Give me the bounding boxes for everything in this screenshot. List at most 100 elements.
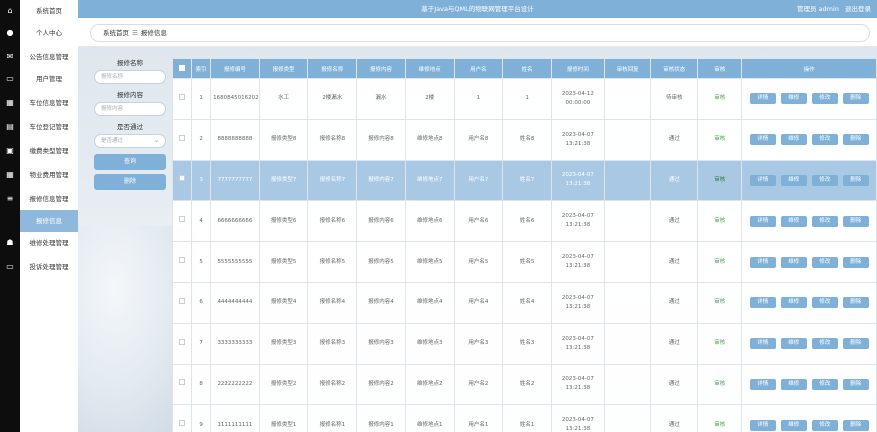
grid-icon[interactable]: ▦ [5, 170, 15, 180]
repair-button[interactable]: 维修 [780, 256, 807, 268]
sidebar-item-profile[interactable]: 个人中心 [20, 22, 78, 44]
repair-button[interactable]: 维修 [780, 174, 807, 186]
repair-button[interactable]: 维修 [780, 215, 807, 227]
sidebar-item-parking-register[interactable]: 车位登记管理 [20, 116, 78, 138]
sidebar-item-notice[interactable]: 公告信息管理 [20, 46, 78, 68]
audit-link[interactable]: 审核 [714, 422, 725, 428]
edit-button[interactable]: 修改 [811, 378, 838, 390]
delete-row-button[interactable]: 删除 [842, 419, 869, 431]
edit-button[interactable]: 修改 [811, 256, 838, 268]
sidebar-item-complaints[interactable]: 投诉处理管理 [20, 256, 78, 278]
audit-link[interactable]: 审核 [714, 259, 725, 265]
row-checkbox[interactable] [179, 420, 186, 427]
breadcrumb-home[interactable]: 系统首页 [103, 29, 129, 37]
row-checkbox[interactable] [179, 257, 186, 264]
edit-button[interactable]: 修改 [811, 338, 838, 350]
table-row[interactable]: 1 1680845016202 水工 2楼漏水 漏水 2楼 1 1 2023-04-12 00:… [172, 78, 877, 120]
table-row[interactable]: 6 4444444444 报修类型4 报修名称4 报修内容4 维修地点4 用户名4 姓名4 20… [172, 281, 877, 324]
repair-button[interactable]: 维修 [780, 93, 807, 105]
detail-button[interactable]: 详情 [749, 93, 776, 105]
sidebar-item-parking-info[interactable]: 车位信息管理 [20, 92, 78, 114]
detail-button[interactable]: 详情 [749, 378, 776, 390]
table-row[interactable]: 5 5555555555 报修类型5 报修名称5 报修内容5 维修地点5 用户名5 姓名5 20… [172, 241, 877, 283]
sidebar-item-maintenance[interactable]: 维修处理管理 [20, 232, 78, 254]
row-select-cell[interactable] [172, 159, 193, 202]
table-row[interactable]: 8 2222222222 报修类型2 报修名称2 报修内容2 维修地点2 用户名2 姓名2 20… [172, 363, 877, 406]
audit-link[interactable]: 审核 [714, 95, 725, 101]
row-select-cell[interactable] [172, 363, 193, 406]
row-checkbox[interactable] [179, 93, 186, 100]
edit-button[interactable]: 修改 [811, 174, 838, 186]
repair-button[interactable]: 维修 [780, 419, 807, 431]
list-icon[interactable]: ≡ [5, 194, 15, 204]
sidebar-item-users[interactable]: 用户管理 [20, 68, 78, 90]
delete-row-button[interactable]: 删除 [842, 297, 869, 309]
repair-button[interactable]: 维修 [780, 134, 807, 146]
table-row[interactable]: 9 1111111111 报修类型1 报修名称1 报修内容1 维修地点1 用户名1 姓名1 20… [172, 404, 877, 432]
select-all-checkbox[interactable] [179, 64, 186, 71]
thumb-icon[interactable]: ☗ [5, 238, 15, 248]
logout-link[interactable]: 退出登录 [845, 5, 871, 13]
delete-row-button[interactable]: 删除 [842, 134, 869, 146]
repair-button[interactable]: 维修 [780, 338, 807, 350]
monitor-icon[interactable]: ▭ [5, 74, 15, 84]
table-row[interactable]: 2 8888888888 报修类型8 报修名称8 报修内容8 维修地点8 用户名8 姓名8 20… [172, 118, 877, 161]
delete-row-button[interactable]: 删除 [842, 93, 869, 105]
query-button[interactable]: 查询 [94, 154, 166, 170]
row-select-cell[interactable] [172, 78, 193, 120]
row-select-cell[interactable] [172, 241, 193, 283]
row-select-cell[interactable] [172, 281, 193, 324]
repair-name-input[interactable]: 报修名称 [94, 70, 166, 84]
audit-link[interactable]: 审核 [714, 299, 725, 305]
row-select-cell[interactable] [172, 200, 193, 243]
row-checkbox[interactable] [179, 379, 186, 386]
select-all-cell[interactable] [172, 58, 193, 79]
row-checkbox[interactable] [179, 134, 186, 141]
detail-button[interactable]: 详情 [749, 174, 776, 186]
detail-button[interactable]: 详情 [749, 419, 776, 431]
repair-button[interactable]: 维修 [780, 378, 807, 390]
sidebar-item-fee-types[interactable]: 缴费类型管理 [20, 140, 78, 162]
detail-button[interactable]: 详情 [749, 134, 776, 146]
delete-row-button[interactable]: 删除 [842, 215, 869, 227]
detail-button[interactable]: 详情 [749, 338, 776, 350]
audit-link[interactable]: 审核 [714, 136, 725, 142]
detail-button[interactable]: 详情 [749, 215, 776, 227]
row-checkbox[interactable] [179, 175, 186, 182]
mail-icon[interactable]: ✉ [5, 52, 15, 62]
detail-button[interactable]: 详情 [749, 297, 776, 309]
row-select-cell[interactable] [172, 118, 193, 161]
person-icon[interactable]: ● [5, 28, 15, 38]
edit-button[interactable]: 修改 [811, 297, 838, 309]
edit-button[interactable]: 修改 [811, 134, 838, 146]
sidebar-item-home[interactable]: 系统首页 [20, 0, 78, 22]
sidebar-item-property-fees[interactable]: 物业费用管理 [20, 164, 78, 186]
home-icon[interactable]: ⌂ [5, 6, 15, 16]
audit-link[interactable]: 审核 [714, 381, 725, 387]
pass-status-select[interactable]: 是否通过 ⌄ [94, 134, 166, 148]
repair-button[interactable]: 维修 [780, 297, 807, 309]
sidebar-item-repair-info[interactable]: 报修信息 [20, 210, 78, 232]
audit-link[interactable]: 审核 [714, 218, 725, 224]
edit-button[interactable]: 修改 [811, 419, 838, 431]
sidebar-item-repair-manage[interactable]: 报修信息管理 [20, 188, 78, 210]
row-checkbox[interactable] [179, 338, 186, 345]
monitor-icon[interactable]: ▭ [5, 262, 15, 272]
delete-row-button[interactable]: 删除 [842, 338, 869, 350]
row-checkbox[interactable] [179, 216, 186, 223]
book-icon[interactable]: ▤ [5, 122, 15, 132]
table-row[interactable]: 4 6666666666 报修类型6 报修名称6 报修内容6 维修地点6 用户名6 姓名6 20… [172, 200, 877, 243]
lock-icon[interactable]: ▣ [5, 146, 15, 156]
delete-row-button[interactable]: 删除 [842, 174, 869, 186]
row-select-cell[interactable] [172, 322, 193, 365]
edit-button[interactable]: 修改 [811, 215, 838, 227]
audit-link[interactable]: 审核 [714, 340, 725, 346]
row-select-cell[interactable] [172, 404, 193, 432]
repair-content-input[interactable]: 报修内容 [94, 102, 166, 116]
table-row[interactable]: 3 7777777777 报修类型7 报修名称7 报修内容7 维修地点7 用户名7 姓名7 20… [172, 159, 877, 202]
audit-link[interactable]: 审核 [714, 177, 725, 183]
grid-icon[interactable]: ▦ [5, 98, 15, 108]
delete-row-button[interactable]: 删除 [842, 256, 869, 268]
detail-button[interactable]: 详情 [749, 256, 776, 268]
row-checkbox[interactable] [179, 297, 186, 304]
